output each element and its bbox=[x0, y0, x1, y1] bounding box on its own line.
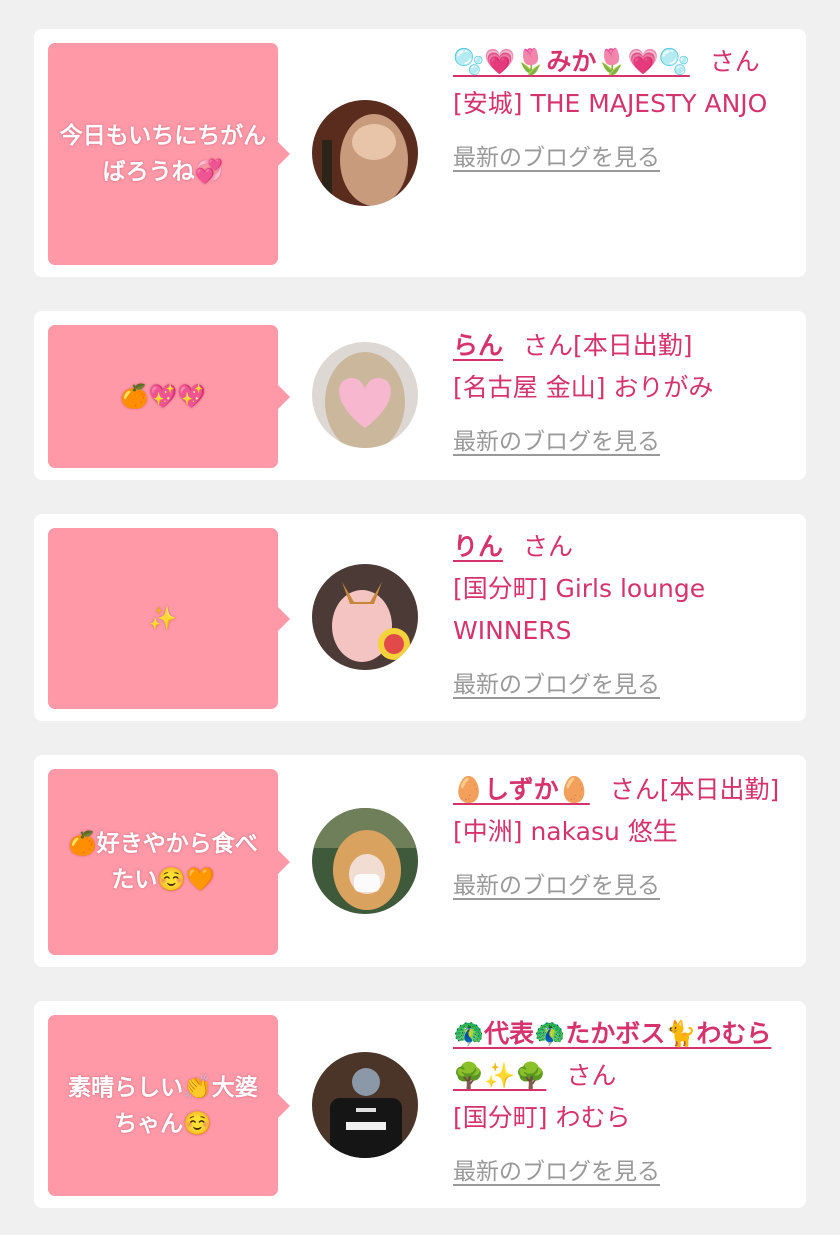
status-badge: [本日出勤] bbox=[573, 331, 693, 360]
comment-bubble: 🍊好きやから食べたい☺️🧡 bbox=[48, 769, 290, 955]
latest-blog-link[interactable]: 最新のブログを見る bbox=[453, 664, 786, 706]
honorific: さん bbox=[609, 775, 660, 804]
latest-blog-link[interactable]: 最新のブログを見る bbox=[453, 421, 786, 463]
cast-info: らん さん[本日出勤] [名古屋 金山] おりがみ 最新のブログを見る bbox=[453, 325, 786, 463]
shop-name: [国分町] わむら bbox=[453, 1103, 631, 1132]
shop-name: [安城] THE MAJESTY ANJO bbox=[453, 89, 768, 118]
avatar[interactable] bbox=[312, 100, 418, 206]
avatar[interactable] bbox=[312, 1052, 418, 1158]
shop-name: [中洲] nakasu 悠生 bbox=[453, 817, 678, 846]
avatar-image bbox=[312, 342, 418, 448]
comment-text: 🍊💖💖 bbox=[120, 383, 206, 410]
comment-text: 素晴らしい👏大婆ちゃん☺️ bbox=[68, 1074, 258, 1137]
avatar-image bbox=[312, 1052, 418, 1158]
cast-name-link[interactable]: 🥚しずか🥚 bbox=[453, 775, 590, 804]
comment-text: 今日もいちにちがんばろうね💞 bbox=[59, 123, 267, 185]
cast-info: りん さん [国分町] Girls lounge WINNERS 最新のブログを見… bbox=[453, 526, 786, 706]
comment-bubble: ✨ bbox=[48, 528, 290, 709]
cast-info: 🥚しずか🥚 さん[本日出勤] [中洲] nakasu 悠生 最新のブログを見る bbox=[453, 769, 786, 907]
avatar[interactable] bbox=[312, 342, 418, 448]
shop-name: [名古屋 金山] おりがみ bbox=[453, 373, 714, 402]
shop-name: [国分町] Girls lounge WINNERS bbox=[453, 574, 706, 645]
avatar-image bbox=[312, 808, 418, 914]
cast-info: 🫧💗🌷みか🌷💗🫧 さん [安城] THE MAJESTY ANJO 最新のブログを… bbox=[453, 41, 786, 179]
honorific: さん bbox=[566, 1061, 617, 1090]
comment-text: ✨ bbox=[148, 605, 178, 632]
cast-card[interactable]: 素晴らしい👏大婆ちゃん☺️ 🦚代表🦚たかボス🐈わむら🌳✨🌳 さん [国分町] わむ… bbox=[34, 1001, 806, 1208]
avatar[interactable] bbox=[312, 808, 418, 914]
latest-blog-link[interactable]: 最新のブログを見る bbox=[453, 137, 786, 179]
honorific: さん bbox=[523, 532, 574, 561]
cast-card[interactable]: 🍊💖💖 らん さん[本日出勤] [名古屋 金山] おりがみ 最新のブログを見る bbox=[34, 311, 806, 480]
cast-card[interactable]: 🍊好きやから食べたい☺️🧡 🥚しずか🥚 さん[本日出勤] [中洲] nakasu … bbox=[34, 755, 806, 967]
honorific: さん bbox=[709, 47, 760, 76]
avatar[interactable] bbox=[312, 564, 418, 670]
honorific: さん bbox=[523, 331, 574, 360]
cast-card[interactable]: 今日もいちにちがんばろうね💞 🫧💗🌷みか🌷💗🫧 さん [安城] THE MAJES… bbox=[34, 29, 806, 277]
cast-name-link[interactable]: りん bbox=[453, 532, 503, 561]
latest-blog-link[interactable]: 最新のブログを見る bbox=[453, 865, 786, 907]
cast-name-link[interactable]: らん bbox=[453, 331, 503, 360]
avatar-image bbox=[312, 100, 418, 206]
cast-info: 🦚代表🦚たかボス🐈わむら🌳✨🌳 さん [国分町] わむら 最新のブログを見る bbox=[453, 1013, 786, 1193]
avatar-image bbox=[312, 564, 418, 670]
comment-bubble: 🍊💖💖 bbox=[48, 325, 290, 468]
comment-bubble: 素晴らしい👏大婆ちゃん☺️ bbox=[48, 1015, 290, 1196]
latest-blog-link[interactable]: 最新のブログを見る bbox=[453, 1151, 786, 1193]
cast-card[interactable]: ✨ りん さん [国分町] Girls lounge WINNERS 最新のブログ… bbox=[34, 514, 806, 721]
comment-bubble: 今日もいちにちがんばろうね💞 bbox=[48, 43, 290, 265]
status-badge: [本日出勤] bbox=[659, 775, 780, 804]
comment-text: 🍊好きやから食べたい☺️🧡 bbox=[68, 831, 258, 893]
cast-name-link[interactable]: 🫧💗🌷みか🌷💗🫧 bbox=[453, 47, 690, 76]
